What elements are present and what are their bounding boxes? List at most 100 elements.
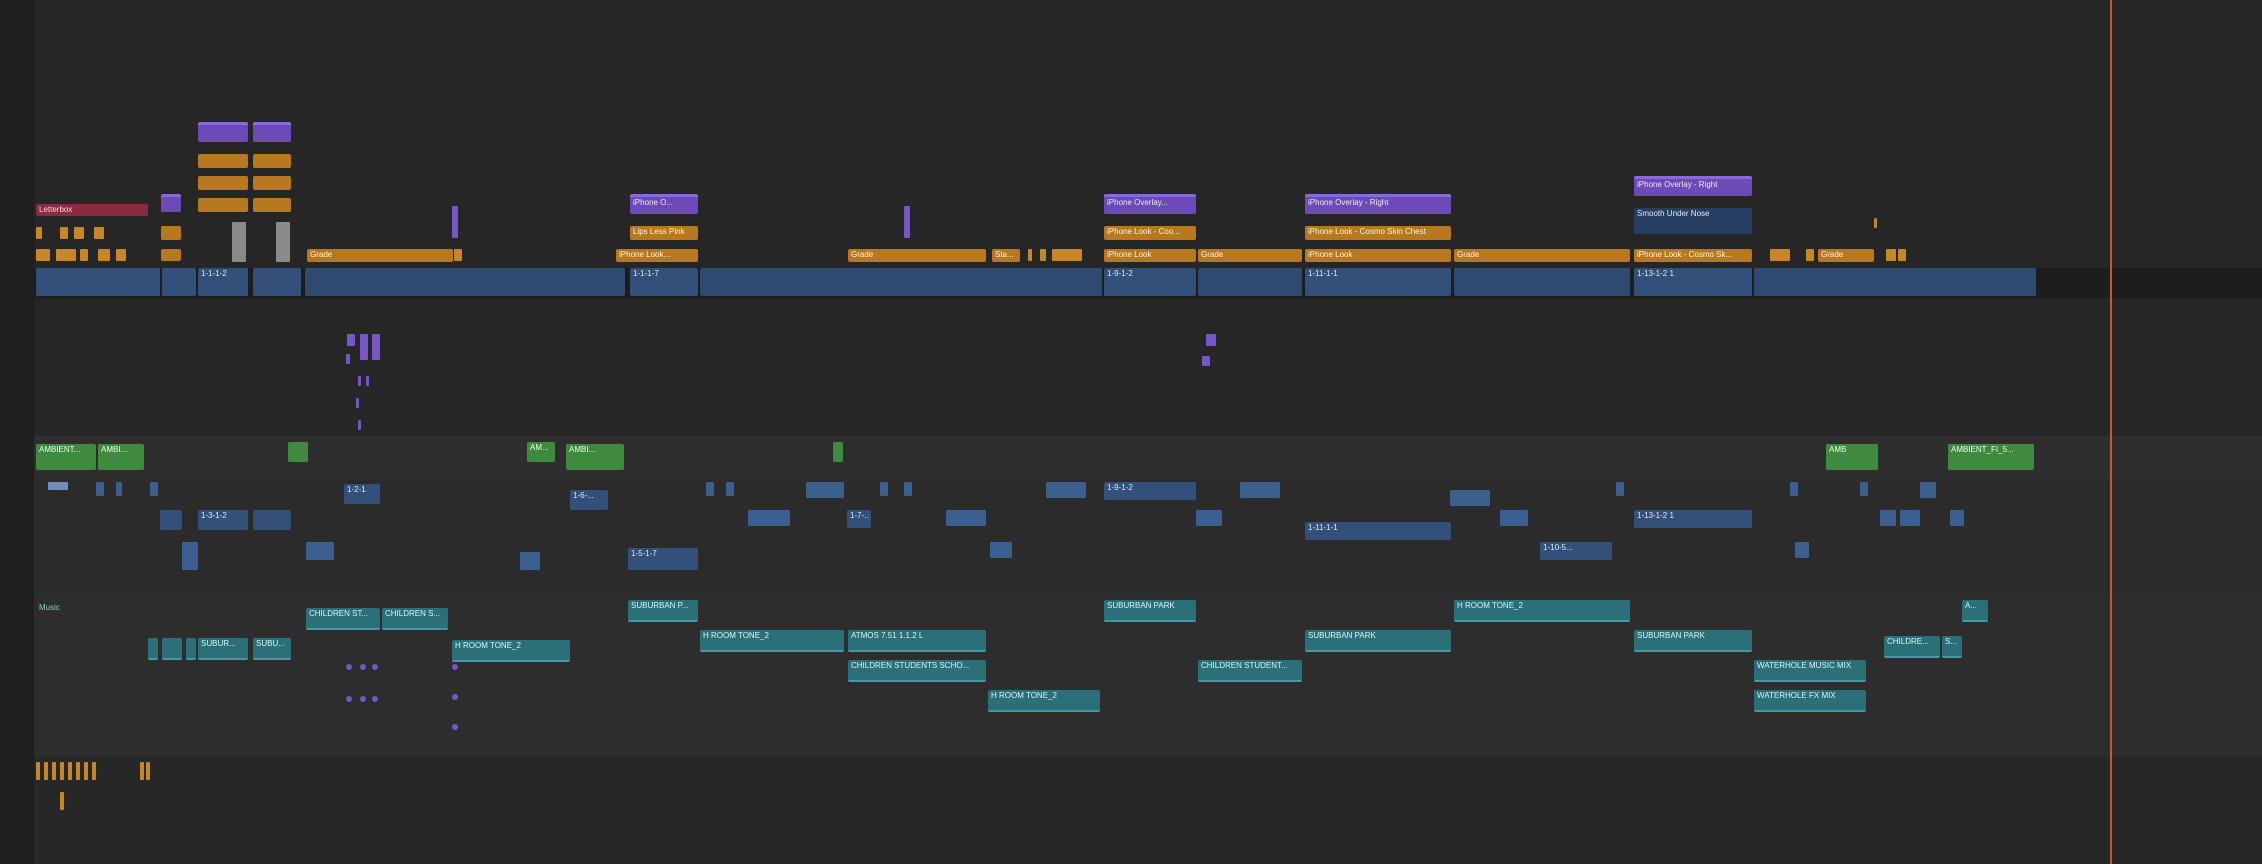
connected-clip[interactable]: 1-2-1: [344, 484, 380, 504]
audio-clip[interactable]: [162, 638, 182, 660]
title-clip-iphone-overlay[interactable]: iPhone Overlay - Right: [1305, 194, 1451, 214]
compound-clip-marker[interactable]: [276, 222, 290, 262]
effect-clip-iphone-look[interactable]: iPhone Look: [1104, 249, 1196, 262]
connected-title-marker[interactable]: [356, 398, 359, 408]
connected-clip[interactable]: 1-7-...: [847, 510, 871, 528]
connected-clip[interactable]: 1-11-1-1: [1305, 522, 1451, 540]
audio-clip[interactable]: WATERHOLE FX MIX: [1754, 690, 1866, 712]
effect-clip[interactable]: [253, 154, 291, 168]
audio-clip[interactable]: H ROOM TONE_2: [1454, 600, 1630, 622]
connected-clip[interactable]: [946, 510, 986, 526]
connected-title-marker[interactable]: [358, 376, 361, 386]
title-clip[interactable]: [452, 206, 458, 238]
title-clip-iphone-overlay[interactable]: iPhone O...: [630, 194, 698, 214]
keyframe-marker[interactable]: [360, 696, 366, 702]
effect-clip[interactable]: [60, 227, 68, 239]
keyframe-marker[interactable]: [452, 724, 458, 730]
effect-clip[interactable]: [454, 249, 462, 261]
connected-clip[interactable]: [1790, 482, 1798, 496]
audio-clip[interactable]: [148, 638, 158, 660]
connected-clip[interactable]: 1-9-1-2: [1104, 482, 1196, 500]
connected-title-marker[interactable]: [346, 354, 350, 364]
video-clip[interactable]: [1754, 268, 2036, 296]
audio-clip[interactable]: SUBURBAN PARK: [1305, 630, 1451, 652]
audio-clip[interactable]: [36, 762, 40, 780]
audio-clip[interactable]: [60, 762, 64, 780]
timeline[interactable]: iPhone O... iPhone Overlay... iPhone Ove…: [0, 0, 2262, 864]
connected-title-marker[interactable]: [366, 376, 369, 386]
audio-clip[interactable]: CHILDREN STUDENT...: [1198, 660, 1302, 682]
connected-clip[interactable]: [1500, 510, 1528, 526]
audio-clip[interactable]: CHILDRE...: [1884, 636, 1940, 658]
effect-clip-iphone-look[interactable]: iPhone Look: [1305, 249, 1451, 262]
connected-clip[interactable]: [96, 482, 104, 496]
effect-clip[interactable]: [1770, 249, 1790, 261]
connected-clip[interactable]: [726, 482, 734, 496]
audio-clip[interactable]: WATERHOLE MUSIC MIX: [1754, 660, 1866, 682]
effect-clip[interactable]: [253, 198, 291, 212]
title-clip[interactable]: [198, 122, 248, 142]
connected-clip[interactable]: [48, 482, 68, 490]
audio-clip[interactable]: CHILDREN ST...: [306, 608, 380, 630]
connected-clip[interactable]: [1950, 510, 1964, 526]
effect-clip-grade[interactable]: Grade: [1198, 249, 1302, 262]
music-clip[interactable]: AMBIENT...: [36, 444, 96, 470]
connected-clip[interactable]: [1795, 542, 1809, 558]
audio-clip[interactable]: SUBU...: [253, 638, 291, 660]
audio-clip[interactable]: [44, 762, 48, 780]
connected-clip[interactable]: [904, 482, 912, 496]
title-clip-iphone-overlay[interactable]: iPhone Overlay...: [1104, 194, 1196, 214]
effect-clip[interactable]: [98, 249, 110, 261]
effect-clip-iphone-look[interactable]: iPhone Look...: [616, 249, 698, 262]
effect-clip[interactable]: [198, 198, 248, 212]
connected-clip[interactable]: [160, 510, 182, 530]
connected-clip[interactable]: [706, 482, 714, 496]
connected-clip[interactable]: [253, 510, 291, 530]
connected-title-marker[interactable]: [347, 334, 355, 346]
video-clip[interactable]: [1198, 268, 1302, 296]
connected-clip[interactable]: [1196, 510, 1222, 526]
effect-clip[interactable]: [1040, 249, 1046, 261]
music-clip[interactable]: AMB: [1826, 444, 1878, 470]
effect-clip-grade[interactable]: Grade: [1818, 249, 1874, 262]
video-clip[interactable]: [36, 268, 160, 296]
connected-clip[interactable]: [150, 482, 158, 496]
title-clip[interactable]: [161, 194, 181, 212]
connected-clip[interactable]: [880, 482, 888, 496]
keyframe-marker[interactable]: [452, 664, 458, 670]
video-clip[interactable]: [305, 268, 625, 296]
connected-title-marker[interactable]: [1202, 356, 1210, 366]
audio-clip[interactable]: CHILDREN STUDENTS SCHO...: [848, 660, 986, 682]
connected-clip[interactable]: [1450, 490, 1490, 506]
audio-clip[interactable]: ATMOS 7.51 1.1.2 L: [848, 630, 986, 652]
music-clip[interactable]: AMBI...: [98, 444, 144, 470]
video-clip[interactable]: [162, 268, 196, 296]
audio-clip[interactable]: [68, 762, 72, 780]
effect-clip[interactable]: [1886, 249, 1896, 261]
video-clip[interactable]: [1454, 268, 1630, 296]
audio-clip[interactable]: CHILDREN S...: [382, 608, 448, 630]
connected-clip[interactable]: 1-10-5...: [1540, 542, 1612, 560]
effect-clip[interactable]: [36, 227, 42, 239]
audio-clip[interactable]: A...: [1962, 600, 1988, 622]
audio-clip[interactable]: SUBURBAN P...: [628, 600, 698, 622]
audio-clip[interactable]: SUBUR...: [198, 638, 248, 660]
effect-clip-iphone-look[interactable]: iPhone Look - Cosmo Sk...: [1634, 249, 1752, 262]
effect-clip[interactable]: [1028, 249, 1032, 261]
effect-clip[interactable]: [1052, 249, 1082, 261]
effect-clip[interactable]: [1874, 218, 1877, 228]
connected-title-marker[interactable]: [358, 420, 361, 430]
audio-clip[interactable]: [52, 762, 56, 780]
audio-clip[interactable]: H ROOM TONE_2: [988, 690, 1100, 712]
playhead[interactable]: [2110, 0, 2112, 864]
effect-clip[interactable]: [94, 227, 104, 239]
audio-clip[interactable]: [92, 762, 96, 780]
connected-clip[interactable]: [1900, 510, 1920, 526]
effect-clip[interactable]: [1806, 249, 1814, 261]
keyframe-marker[interactable]: [372, 664, 378, 670]
effect-clip-grade[interactable]: Grade: [1454, 249, 1630, 262]
effect-clip-lips-less-pink[interactable]: Lips Less Pink: [630, 226, 698, 240]
effect-clip[interactable]: [161, 249, 181, 261]
audio-clip[interactable]: [146, 762, 150, 780]
music-clip[interactable]: [833, 442, 843, 462]
